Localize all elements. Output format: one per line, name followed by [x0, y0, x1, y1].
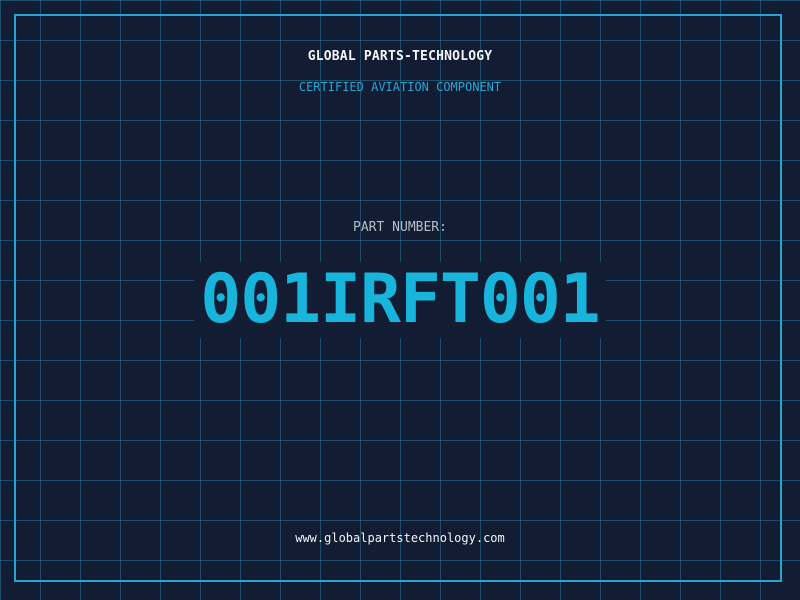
part-number-label: PART NUMBER:	[353, 220, 447, 235]
certification-tagline: CERTIFIED AVIATION COMPONENT	[298, 80, 502, 94]
website-url: www.globalpartstechnology.com	[295, 531, 505, 545]
part-number-container: 001IRFT001	[0, 262, 800, 338]
company-name: GLOBAL PARTS-TECHNOLOGY	[307, 49, 493, 64]
label-card: GLOBAL PARTS-TECHNOLOGY CERTIFIED AVIATI…	[0, 0, 800, 600]
part-number-value: 001IRFT001	[194, 262, 606, 338]
